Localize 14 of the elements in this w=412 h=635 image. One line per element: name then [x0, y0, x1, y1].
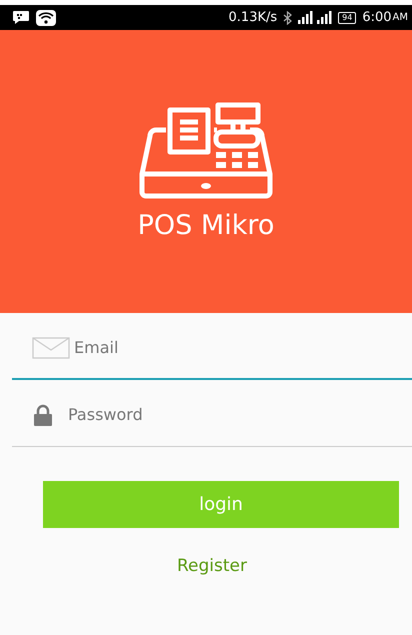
email-field[interactable]: Email [12, 316, 412, 380]
chat-icon [12, 10, 30, 25]
envelope-icon [32, 337, 70, 359]
login-button[interactable]: login [43, 481, 399, 528]
app-name: POS Mikro [138, 210, 274, 241]
network-speed: 0.13K/s [228, 10, 278, 25]
wifi-icon [36, 10, 56, 26]
register-link[interactable]: Register [177, 556, 247, 576]
clock-suffix: AM [392, 12, 408, 23]
bluetooth-icon [283, 10, 292, 24]
clock: 6:00 [362, 10, 392, 25]
signal-icon [298, 11, 332, 24]
battery-level: 94 [338, 12, 356, 24]
lock-icon [32, 404, 54, 426]
